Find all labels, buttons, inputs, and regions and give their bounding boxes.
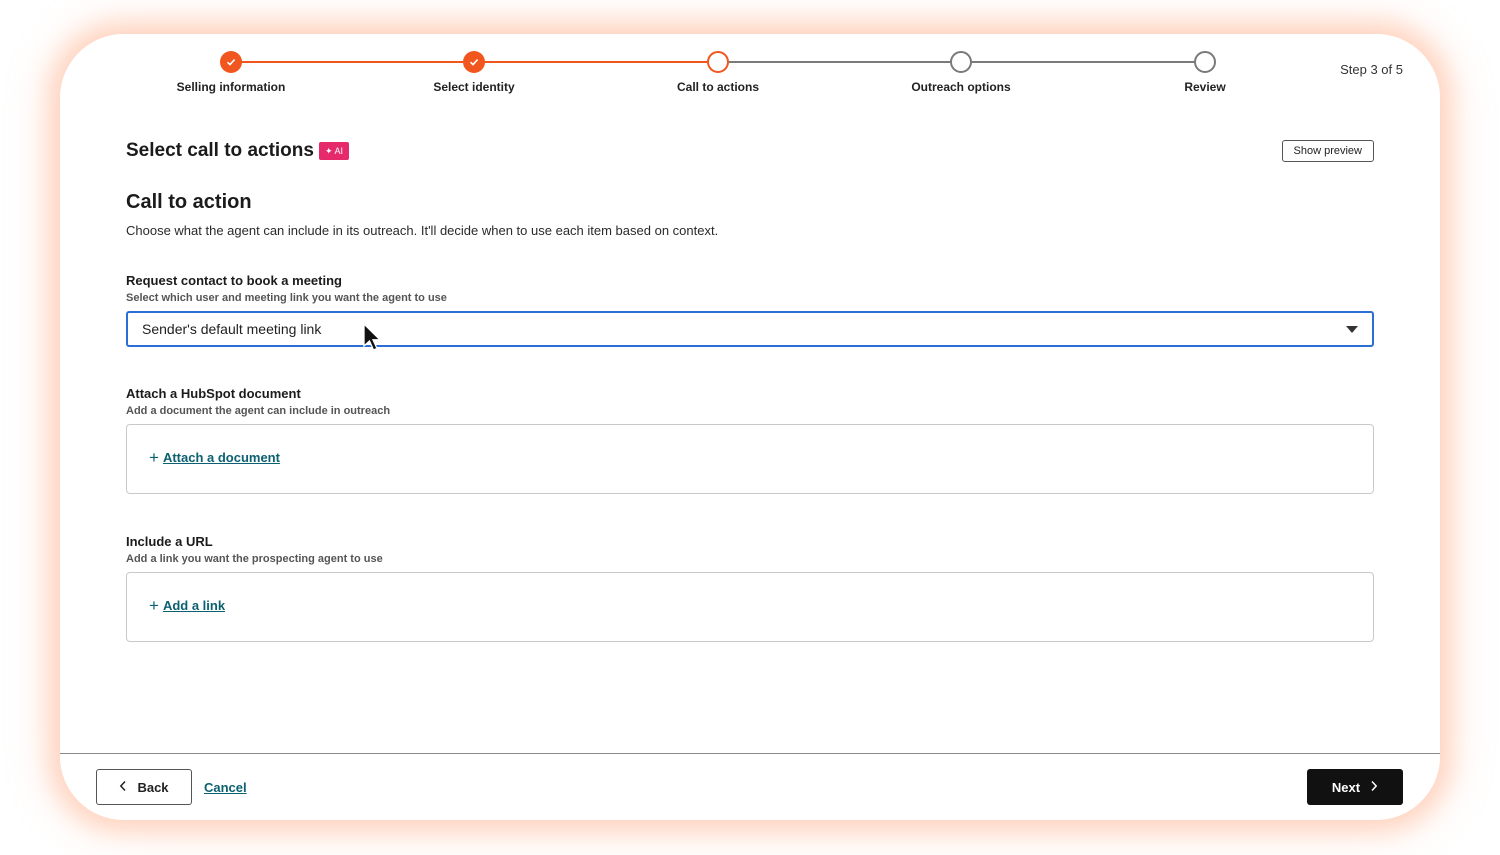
document-attach-area: + Attach a document (126, 424, 1374, 494)
meeting-link-value: Sender's default meeting link (142, 321, 322, 337)
attach-document-label: Attach a document (162, 450, 280, 465)
wizard-card: Selling information Select identity Call… (60, 34, 1440, 820)
check-icon (220, 51, 242, 73)
plus-icon: + (149, 448, 159, 467)
step-label: Call to actions (676, 80, 759, 94)
attach-document-link[interactable]: + Attach a document (149, 449, 280, 466)
step-label: Review (1184, 80, 1226, 94)
ai-badge: ✦ AI (319, 142, 350, 160)
ai-badge-label: AI (334, 146, 344, 156)
current-step-indicator (707, 51, 729, 73)
next-label: Next (1331, 779, 1361, 795)
meeting-field-label: Request contact to book a meeting (126, 273, 342, 288)
add-link-link[interactable]: + Add a link (149, 597, 225, 614)
step-outreach-options: Outreach options (871, 51, 1051, 94)
url-attach-area: + Add a link (126, 572, 1374, 642)
add-link-label: Add a link (162, 598, 226, 613)
back-label: Back (137, 779, 169, 795)
show-preview-button[interactable]: Show preview (1281, 140, 1374, 162)
next-button[interactable]: Next (1307, 769, 1403, 805)
page-title: Select call to actions (126, 140, 314, 161)
footer-divider (60, 753, 1440, 754)
step-select-identity[interactable]: Select identity (384, 51, 564, 94)
step-review: Review (1115, 51, 1295, 94)
check-icon (463, 51, 485, 73)
step-label: Outreach options (911, 80, 1011, 94)
back-button[interactable]: Back (96, 769, 192, 805)
plus-icon: + (149, 596, 159, 615)
progress-stepper: Selling information Select identity Call… (60, 34, 1440, 134)
meeting-field-help: Select which user and meeting link you w… (126, 292, 447, 304)
section-description: Choose what the agent can include in its… (126, 223, 719, 238)
cancel-link[interactable]: Cancel (204, 780, 247, 795)
step-selling-information[interactable]: Selling information (141, 51, 321, 94)
chevron-right-icon (1370, 780, 1378, 795)
document-field-label: Attach a HubSpot document (126, 386, 301, 401)
step-call-to-actions[interactable]: Call to actions (628, 51, 808, 94)
sparkle-icon: ✦ (325, 145, 333, 156)
step-label: Select identity (433, 80, 515, 94)
step-label: Selling information (176, 80, 286, 94)
mouse-cursor-icon (363, 323, 382, 351)
pending-step-indicator (950, 51, 972, 73)
step-counter: Step 3 of 5 (1340, 62, 1403, 77)
caret-down-icon (1346, 326, 1358, 333)
section-title: Call to action (126, 191, 252, 213)
url-field-label: Include a URL (126, 534, 213, 549)
chevron-left-icon (119, 780, 127, 795)
document-field-help: Add a document the agent can include in … (126, 405, 391, 417)
pending-step-indicator (1194, 51, 1216, 73)
url-field-help: Add a link you want the prospecting agen… (126, 553, 383, 565)
page-header: Select call to actions ✦ AI Show preview (126, 140, 1374, 174)
meeting-link-select[interactable]: Sender's default meeting link (126, 311, 1374, 347)
